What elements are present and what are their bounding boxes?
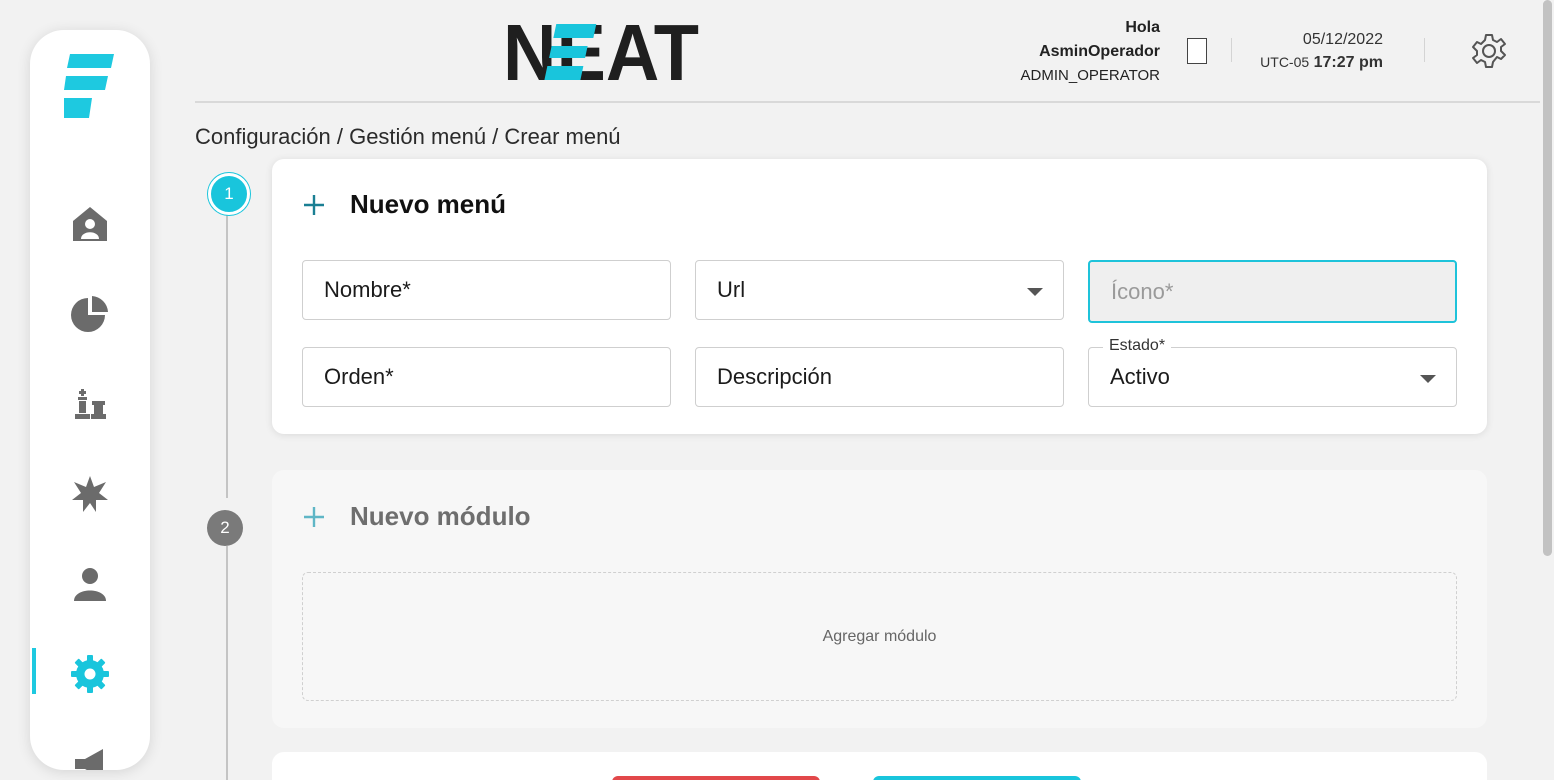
new-menu-header: Nuevo menú bbox=[302, 189, 506, 220]
sidebar-item-events[interactable] bbox=[30, 464, 150, 524]
orden-placeholder: Orden* bbox=[324, 364, 394, 389]
burst-icon bbox=[72, 476, 108, 512]
date-time: 05/12/2022 UTC-05 17:27 pm bbox=[1253, 28, 1383, 74]
sidebar bbox=[30, 30, 150, 770]
estado-value: Activo bbox=[1110, 364, 1170, 389]
dropdown-caret-icon bbox=[1420, 375, 1436, 383]
url-select[interactable]: Url bbox=[695, 260, 1064, 320]
header-divider bbox=[1424, 38, 1425, 62]
scrollbar-thumb[interactable] bbox=[1543, 0, 1552, 556]
add-module-dropzone[interactable]: Agregar módulo bbox=[302, 572, 1457, 701]
plus-icon bbox=[304, 194, 324, 215]
pie-chart-icon bbox=[71, 296, 108, 332]
timezone-text: UTC-05 bbox=[1260, 54, 1310, 70]
estado-label: Estado* bbox=[1103, 337, 1172, 355]
sidebar-item-announcements[interactable] bbox=[30, 734, 150, 770]
svg-text:NEAT: NEAT bbox=[503, 16, 699, 86]
neat-brand-logo: NEAT bbox=[503, 16, 699, 86]
save-button[interactable] bbox=[873, 776, 1081, 780]
stepper-line bbox=[226, 215, 228, 498]
descripcion-placeholder: Descripción bbox=[717, 364, 832, 389]
sidebar-item-settings[interactable] bbox=[30, 644, 150, 704]
date-text: 05/12/2022 bbox=[1302, 31, 1383, 48]
home-icon bbox=[73, 207, 107, 241]
url-placeholder: Url bbox=[717, 277, 746, 302]
icono-placeholder: Ícono* bbox=[1111, 278, 1174, 304]
user-role-text: ADMIN_OPERATOR bbox=[1020, 67, 1160, 84]
descripcion-field[interactable]: Descripción bbox=[695, 347, 1064, 407]
gear-icon bbox=[71, 655, 109, 693]
new-menu-title: Nuevo menú bbox=[350, 189, 507, 219]
time-text: 17:27 pm bbox=[1313, 54, 1383, 71]
new-module-card: Nuevo módulo Agregar módulo bbox=[272, 470, 1487, 728]
header-divider bbox=[1231, 38, 1232, 62]
plus-icon bbox=[304, 506, 324, 527]
orden-field[interactable]: Orden* bbox=[302, 347, 671, 407]
sidebar-item-users[interactable] bbox=[30, 554, 150, 614]
greeting-text: Hola bbox=[1125, 19, 1160, 36]
new-module-title: Nuevo módulo bbox=[350, 501, 531, 531]
cancel-button[interactable] bbox=[612, 776, 820, 780]
top-header: NEAT Hola AsminOperador ADMIN_OPERATOR 0… bbox=[195, 0, 1540, 103]
nombre-field[interactable]: Nombre* bbox=[302, 260, 671, 320]
user-info: Hola AsminOperador ADMIN_OPERATOR bbox=[1021, 16, 1160, 88]
sidebar-item-reports[interactable] bbox=[30, 284, 150, 344]
device-icon[interactable] bbox=[1187, 38, 1207, 64]
scrollbar[interactable] bbox=[1540, 0, 1554, 780]
settings-gear-icon[interactable] bbox=[1471, 33, 1507, 69]
icono-field[interactable]: Ícono* bbox=[1088, 260, 1457, 323]
stepper-line bbox=[226, 546, 228, 780]
app-logo-icon[interactable] bbox=[64, 52, 116, 122]
step-2-indicator: 2 bbox=[207, 510, 243, 546]
estado-select[interactable]: Estado* Activo bbox=[1088, 337, 1457, 407]
dropdown-caret-icon bbox=[1027, 288, 1043, 296]
chess-icon bbox=[75, 389, 106, 419]
new-module-header[interactable]: Nuevo módulo bbox=[302, 501, 531, 532]
megaphone-icon bbox=[75, 749, 103, 770]
new-menu-card: Nuevo menú Nombre* Url Ícono* Orden* Des… bbox=[272, 159, 1487, 434]
breadcrumb: Configuración / Gestión menú / Crear men… bbox=[195, 124, 621, 149]
sidebar-item-strategy[interactable] bbox=[30, 374, 150, 434]
username-text: AsminOperador bbox=[1039, 43, 1160, 60]
sidebar-item-home[interactable] bbox=[30, 194, 150, 254]
step-1-indicator: 1 bbox=[208, 173, 250, 215]
user-icon bbox=[74, 568, 106, 601]
nombre-placeholder: Nombre* bbox=[324, 277, 411, 302]
